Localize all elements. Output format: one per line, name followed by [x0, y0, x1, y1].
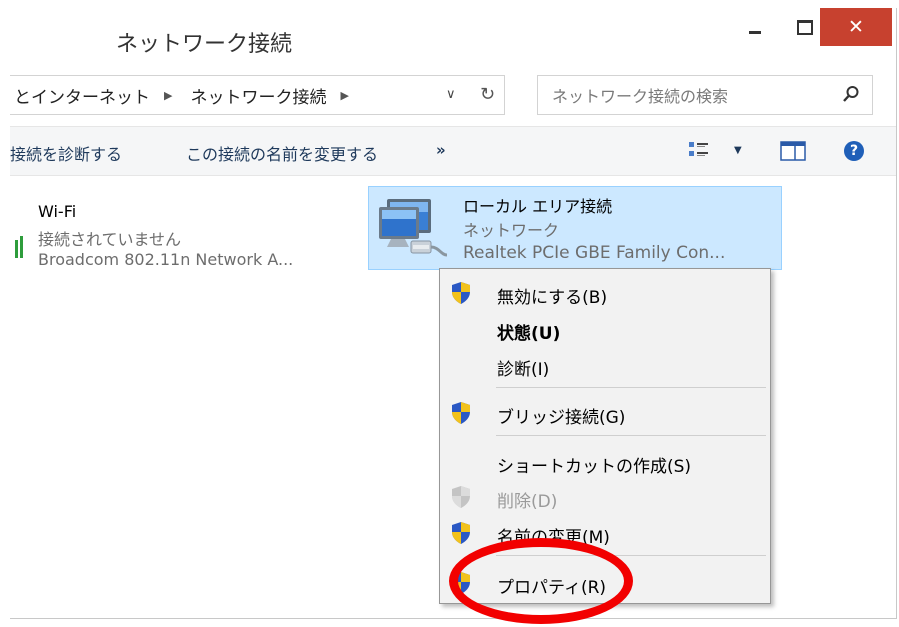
menu-item-label: 無効にする(B) — [497, 288, 608, 308]
breadcrumb-network-connections[interactable]: ネットワーク接続 — [190, 83, 326, 108]
menu-item-create-shortcut[interactable]: ショートカットの作成(S) — [440, 444, 770, 478]
breadcrumb-separator-icon[interactable]: ▶ — [340, 89, 348, 102]
menu-item-delete[interactable]: 削除(D) — [440, 479, 770, 513]
menu-item-bridge[interactable]: ブリッジ接続(G) — [440, 395, 770, 429]
menu-item-status[interactable]: 状態(U) — [440, 311, 770, 345]
menu-item-rename[interactable]: 名前の変更(M) — [440, 515, 770, 549]
wifi-signal-icon — [15, 236, 23, 258]
menu-item-disable[interactable]: 無効にする(B) — [440, 275, 770, 309]
menu-separator — [496, 435, 766, 436]
maximize-icon — [797, 19, 813, 35]
menu-item-label: 名前の変更(M) — [497, 528, 610, 548]
connection-name: Wi-Fi — [38, 202, 77, 221]
menu-item-label: ブリッジ接続(G) — [497, 408, 626, 428]
view-options-icon[interactable] — [688, 140, 710, 160]
title-bar: ネットワーク接続 ✕ — [10, 8, 896, 68]
connection-device: Broadcom 802.11n Network A... — [38, 250, 294, 269]
uac-shield-icon — [452, 402, 470, 424]
breadcrumb-separator-icon[interactable]: ▶ — [164, 89, 172, 102]
close-icon: ✕ — [848, 16, 864, 38]
uac-shield-icon — [452, 282, 470, 304]
connection-name: ローカル エリア接続 — [463, 197, 613, 216]
search-box[interactable] — [537, 75, 873, 116]
preview-pane-icon[interactable] — [780, 141, 806, 161]
minimize-button[interactable] — [730, 8, 780, 46]
menu-item-label: 状態(U) — [497, 324, 561, 344]
search-icon[interactable] — [842, 85, 860, 103]
diagnose-connection-button[interactable]: 接続を診断する — [10, 141, 122, 165]
close-button[interactable]: ✕ — [820, 8, 892, 46]
help-icon[interactable]: ? — [844, 141, 864, 161]
refresh-icon[interactable]: ↻ — [480, 84, 495, 105]
connection-item-wifi[interactable]: Wi-Fi 接続されていません Broadcom 802.11n Network… — [10, 188, 360, 269]
breadcrumb-network-internet[interactable]: とインターネット — [14, 83, 150, 108]
menu-separator — [496, 555, 766, 556]
menu-item-label: 診断(I) — [497, 360, 550, 380]
rename-connection-button[interactable]: この接続の名前を変更する — [186, 141, 378, 165]
uac-shield-icon — [452, 486, 470, 508]
uac-shield-icon — [452, 572, 470, 594]
connection-status: 接続されていません — [38, 230, 182, 249]
search-input[interactable] — [538, 76, 844, 116]
chevron-down-icon[interactable]: ∨ — [446, 87, 456, 102]
connection-item-local-area[interactable]: ローカル エリア接続 ネットワーク Realtek PCIe GBE Famil… — [368, 186, 782, 270]
menu-item-diagnose[interactable]: 診断(I) — [440, 347, 770, 381]
chevron-down-icon[interactable]: ▼ — [734, 145, 742, 156]
address-bar[interactable]: とインターネット ▶ ネットワーク接続 ▶ ∨ ↻ — [10, 75, 505, 115]
menu-item-properties[interactable]: プロパティ(R) — [440, 565, 770, 599]
menu-separator — [496, 387, 766, 388]
window-title: ネットワーク接続 — [116, 32, 293, 57]
minimize-icon — [749, 30, 761, 34]
menu-item-label: 削除(D) — [497, 492, 558, 512]
context-menu: 無効にする(B) 状態(U) 診断(I) ブリッジ接続(G) ショートカットの作… — [439, 268, 771, 604]
menu-item-label: プロパティ(R) — [497, 578, 607, 598]
uac-shield-icon — [452, 522, 470, 544]
more-commands-button[interactable]: » — [436, 141, 446, 159]
command-bar: 接続を診断する この接続の名前を変更する » ▼ ? — [10, 126, 896, 176]
connection-status: ネットワーク — [463, 221, 560, 240]
connection-device: Realtek PCIe GBE Family Con... — [463, 243, 726, 263]
network-adapter-icon — [379, 199, 448, 257]
menu-item-label: ショートカットの作成(S) — [497, 457, 692, 477]
